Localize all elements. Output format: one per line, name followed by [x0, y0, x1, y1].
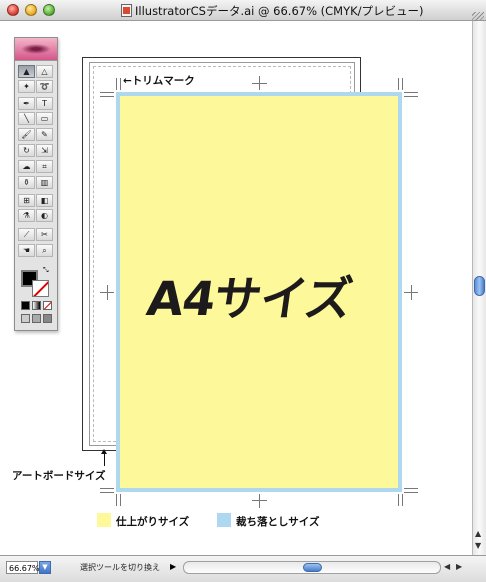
status-message: 選択ツールを切り換え — [80, 563, 160, 572]
direct-selection-arrow-icon[interactable]: △ — [36, 65, 53, 78]
status-bar: 66.67% ▼ 選択ツールを切り換え ▶ ◀ ▶ — [0, 555, 486, 582]
zoom-icon[interactable]: ⌕ — [36, 244, 53, 257]
full-screen-mode-button[interactable] — [43, 314, 52, 323]
scroll-up-arrow-icon[interactable]: ▲ — [475, 529, 481, 538]
pencil-icon[interactable]: ✎ — [36, 128, 53, 141]
pen-icon[interactable]: ✒ — [18, 97, 35, 110]
tools-panel-header[interactable] — [15, 38, 57, 61]
magic-wand-icon[interactable]: ✦ — [18, 80, 35, 93]
scissors-icon[interactable]: ✂ — [36, 228, 53, 241]
eyedropper-icon[interactable]: ⚗ — [18, 209, 35, 222]
document-proxy-icon[interactable] — [121, 4, 132, 17]
hand-icon[interactable]: ☚ — [18, 244, 35, 257]
type-icon[interactable]: T — [36, 97, 53, 110]
none-mode-button[interactable] — [43, 301, 52, 310]
tools-panel[interactable]: ▲ △ ✦ ➰ ✒ T ╲ ▭ 🖌 ✎ ↻ ⇲ ☁ ⌗ ⚱ ▥ ⊞ ◧ ⚗ ◐ ⟋ ✂ ☚ ⌕ ⤡ — [14, 37, 58, 331]
bleed-size-legend-label: 裁ち落としサイズ — [236, 516, 320, 528]
horizontal-scroll-thumb[interactable] — [303, 563, 322, 572]
artboard-arrow-head — [101, 449, 107, 454]
gradient-icon[interactable]: ◧ — [36, 194, 53, 207]
mesh-icon[interactable]: ⊞ — [18, 194, 35, 207]
selection-arrow-icon[interactable]: ▲ — [18, 65, 35, 78]
scroll-down-arrow-icon[interactable]: ▼ — [475, 541, 481, 550]
zoom-window-button[interactable] — [43, 4, 55, 16]
gradient-mode-button[interactable] — [32, 301, 41, 310]
vertical-scroll-thumb[interactable] — [474, 276, 485, 296]
trim-size-swatch — [97, 513, 111, 527]
line-icon[interactable]: ╲ — [18, 112, 35, 125]
color-mode-button[interactable] — [21, 301, 30, 310]
blend-icon[interactable]: ◐ — [36, 209, 53, 222]
close-window-button[interactable] — [7, 4, 19, 16]
minimize-window-button[interactable] — [25, 4, 37, 16]
status-menu-arrow-icon[interactable]: ▶ — [170, 562, 176, 571]
full-screen-menu-mode-button[interactable] — [32, 314, 41, 323]
trim-mark-label: ←トリムマーク — [123, 75, 195, 87]
column-graph-icon[interactable]: ▥ — [36, 176, 53, 189]
slice-icon[interactable]: ⟋ — [18, 228, 35, 241]
paintbrush-icon[interactable]: 🖌 — [18, 128, 35, 141]
trim-size-legend-label: 仕上がりサイズ — [116, 516, 190, 528]
swap-fill-stroke-icon[interactable]: ⤡ — [43, 266, 49, 275]
vertical-scrollbar[interactable]: ▲ ▼ — [472, 21, 486, 555]
title-bar: IllustratorCSデータ.ai @ 66.67% (CMYK/プレビュー… — [0, 0, 486, 24]
window-title: IllustratorCSデータ.ai @ 66.67% (CMYK/プレビュー… — [135, 4, 424, 18]
warp-icon[interactable]: ☁ — [18, 160, 35, 173]
scroll-right-arrow-icon[interactable]: ▶ — [456, 562, 462, 571]
zoom-level-field[interactable]: 66.67% — [6, 561, 40, 574]
rectangle-icon[interactable]: ▭ — [36, 112, 53, 125]
a4-size-text[interactable]: A4サイズ — [143, 260, 383, 329]
scroll-left-arrow-icon[interactable]: ◀ — [444, 562, 450, 571]
free-transform-icon[interactable]: ⌗ — [36, 160, 53, 173]
symbol-sprayer-icon[interactable]: ⚱ — [18, 176, 35, 189]
stroke-color-swatch[interactable] — [32, 280, 49, 297]
zoom-dropdown-arrow-icon[interactable]: ▼ — [39, 561, 51, 574]
scale-icon[interactable]: ⇲ — [36, 144, 53, 157]
rotate-icon[interactable]: ↻ — [18, 144, 35, 157]
standard-screen-mode-button[interactable] — [21, 314, 30, 323]
artboard-size-label: アートボードサイズ — [12, 470, 106, 482]
horizontal-scrollbar[interactable] — [183, 561, 441, 574]
bleed-size-swatch — [217, 513, 231, 527]
lasso-icon[interactable]: ➰ — [36, 80, 53, 93]
